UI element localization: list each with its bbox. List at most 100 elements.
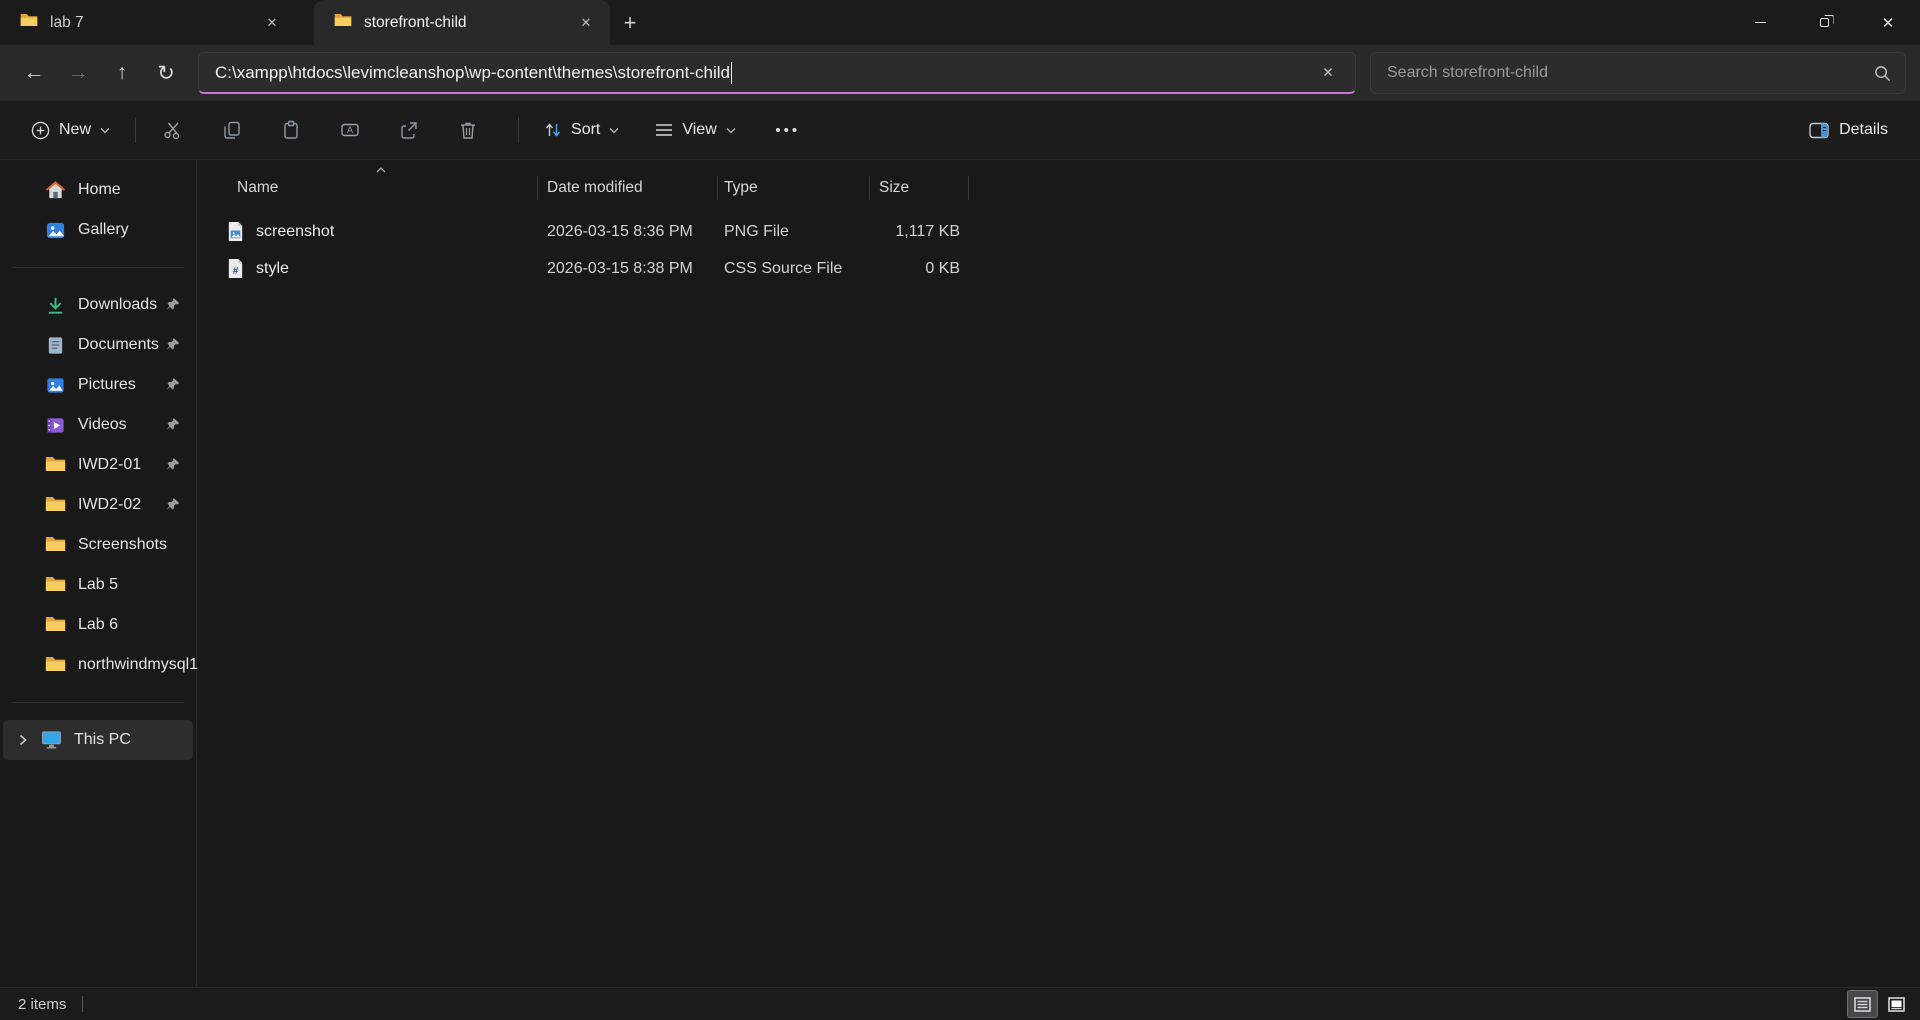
close-button[interactable]: ✕: [1856, 0, 1920, 45]
pictures-icon: [45, 375, 66, 396]
sidebar-item-label: Lab 5: [78, 576, 118, 594]
sort-button[interactable]: Sort: [533, 113, 630, 147]
gallery-icon: [45, 220, 66, 241]
cut-icon: [163, 120, 183, 140]
minimize-icon: [1755, 22, 1766, 23]
search-placeholder: Search storefront-child: [1387, 64, 1548, 82]
ellipsis-icon: •••: [775, 122, 800, 139]
folder-icon: [45, 615, 66, 636]
tab-close-icon[interactable]: ✕: [258, 9, 286, 37]
tab-lab7[interactable]: lab 7 ✕: [0, 0, 296, 45]
pin-icon: [167, 498, 180, 511]
svg-text:A: A: [347, 125, 353, 135]
sidebar-separator: [12, 267, 184, 268]
sidebar-item-documents[interactable]: Documents: [3, 325, 193, 365]
table-row[interactable]: # style 2026-03-15 8:38 PM CSS Source Fi…: [197, 250, 1920, 287]
file-type: PNG File: [718, 223, 870, 241]
sidebar-item-pictures[interactable]: Pictures: [3, 365, 193, 405]
cut-button[interactable]: [150, 110, 196, 150]
sidebar-item-label: Lab 6: [78, 616, 118, 634]
sidebar-item-label: Downloads: [78, 296, 157, 314]
sidebar-item-gallery[interactable]: Gallery: [3, 210, 193, 250]
address-bar-input[interactable]: C:\xampp\htdocs\levimcleanshop\wp-conten…: [198, 52, 1356, 94]
new-tab-button[interactable]: +: [610, 0, 650, 45]
details-pane-button[interactable]: Details: [1799, 113, 1898, 147]
image-file-icon: [226, 221, 247, 242]
chevron-down-icon: [726, 127, 736, 134]
svg-text:#: #: [233, 265, 239, 277]
chevron-right-icon[interactable]: [17, 734, 29, 746]
sidebar-item-northwindmysql1[interactable]: northwindmysql1: [3, 645, 193, 685]
sort-ascending-icon: [375, 166, 387, 174]
sidebar-item-label: Screenshots: [78, 536, 167, 554]
sidebar-item-this-pc[interactable]: This PC: [3, 720, 193, 760]
up-button[interactable]: ↑: [100, 53, 144, 93]
back-button[interactable]: ←: [12, 53, 56, 93]
home-icon: [45, 180, 66, 201]
new-button[interactable]: New: [20, 113, 121, 148]
file-size: 0 KB: [870, 260, 969, 278]
sidebar-item-iwd2-01[interactable]: IWD2-01: [3, 445, 193, 485]
details-view-button[interactable]: [1847, 990, 1878, 1018]
column-header-name[interactable]: Name: [197, 176, 538, 200]
search-input[interactable]: Search storefront-child: [1370, 52, 1906, 94]
rename-icon: A: [340, 120, 360, 140]
sidebar-item-videos[interactable]: Videos: [3, 405, 193, 445]
folder-icon: [45, 495, 66, 516]
thumbnail-view-button[interactable]: [1881, 990, 1912, 1018]
toolbar-separator: [135, 117, 136, 143]
file-date-modified: 2026-03-15 8:36 PM: [538, 223, 718, 241]
tab-label: storefront-child: [364, 14, 572, 32]
paste-icon: [281, 120, 301, 140]
maximize-restore-button[interactable]: [1792, 0, 1856, 45]
rename-button[interactable]: A: [327, 110, 373, 150]
sidebar-separator: [12, 702, 184, 703]
refresh-button[interactable]: ↻: [144, 53, 188, 93]
thumbnail-view-icon: [1888, 997, 1905, 1012]
folder-icon: [45, 455, 66, 476]
item-count: 2 items: [18, 996, 66, 1013]
restore-icon: [1820, 18, 1829, 27]
chevron-down-icon: [100, 127, 110, 134]
file-explorer-window: lab 7 ✕ storefront-child ✕ + ✕ ← → ↑ ↻ C…: [0, 0, 1920, 1020]
sort-button-label: Sort: [571, 121, 600, 139]
trash-icon: [458, 120, 478, 140]
tab-label: lab 7: [50, 14, 258, 32]
copy-button[interactable]: [209, 110, 255, 150]
minimize-button[interactable]: [1728, 0, 1792, 45]
view-button-label: View: [682, 121, 716, 139]
view-button[interactable]: View: [644, 113, 746, 147]
sidebar-item-label: Videos: [78, 416, 127, 434]
toolbar-separator: [518, 117, 519, 143]
sidebar-item-screenshots[interactable]: Screenshots: [3, 525, 193, 565]
text-caret: [731, 62, 733, 84]
column-header-type[interactable]: Type: [718, 176, 870, 200]
navigation-pane: Home Gallery Downloads Document: [0, 160, 197, 987]
delete-button[interactable]: [445, 110, 491, 150]
paste-button[interactable]: [268, 110, 314, 150]
downloads-icon: [45, 295, 66, 316]
file-size: 1,117 KB: [870, 223, 969, 241]
address-path-text: C:\xampp\htdocs\levimcleanshop\wp-conten…: [215, 63, 730, 83]
status-separator: [82, 996, 83, 1012]
tab-close-icon[interactable]: ✕: [572, 9, 600, 37]
table-row[interactable]: screenshot 2026-03-15 8:36 PM PNG File 1…: [197, 213, 1920, 250]
see-more-button[interactable]: •••: [765, 110, 811, 150]
pin-icon: [167, 458, 180, 471]
tab-storefront-child[interactable]: storefront-child ✕: [314, 0, 610, 45]
share-button[interactable]: [386, 110, 432, 150]
command-toolbar: New A Sort View: [0, 101, 1920, 160]
file-date-modified: 2026-03-15 8:38 PM: [538, 260, 718, 278]
column-header-date-modified[interactable]: Date modified: [538, 176, 718, 200]
sidebar-item-home[interactable]: Home: [3, 170, 193, 210]
clear-address-icon[interactable]: ✕: [1313, 58, 1343, 88]
sidebar-item-lab5[interactable]: Lab 5: [3, 565, 193, 605]
sidebar-item-downloads[interactable]: Downloads: [3, 285, 193, 325]
folder-icon: [334, 12, 352, 33]
sidebar-item-label: Gallery: [78, 221, 129, 239]
column-header-size[interactable]: Size: [870, 176, 969, 200]
sidebar-item-iwd2-02[interactable]: IWD2-02: [3, 485, 193, 525]
forward-button[interactable]: →: [56, 53, 100, 93]
plus-circle-icon: [31, 121, 50, 140]
sidebar-item-lab6[interactable]: Lab 6: [3, 605, 193, 645]
